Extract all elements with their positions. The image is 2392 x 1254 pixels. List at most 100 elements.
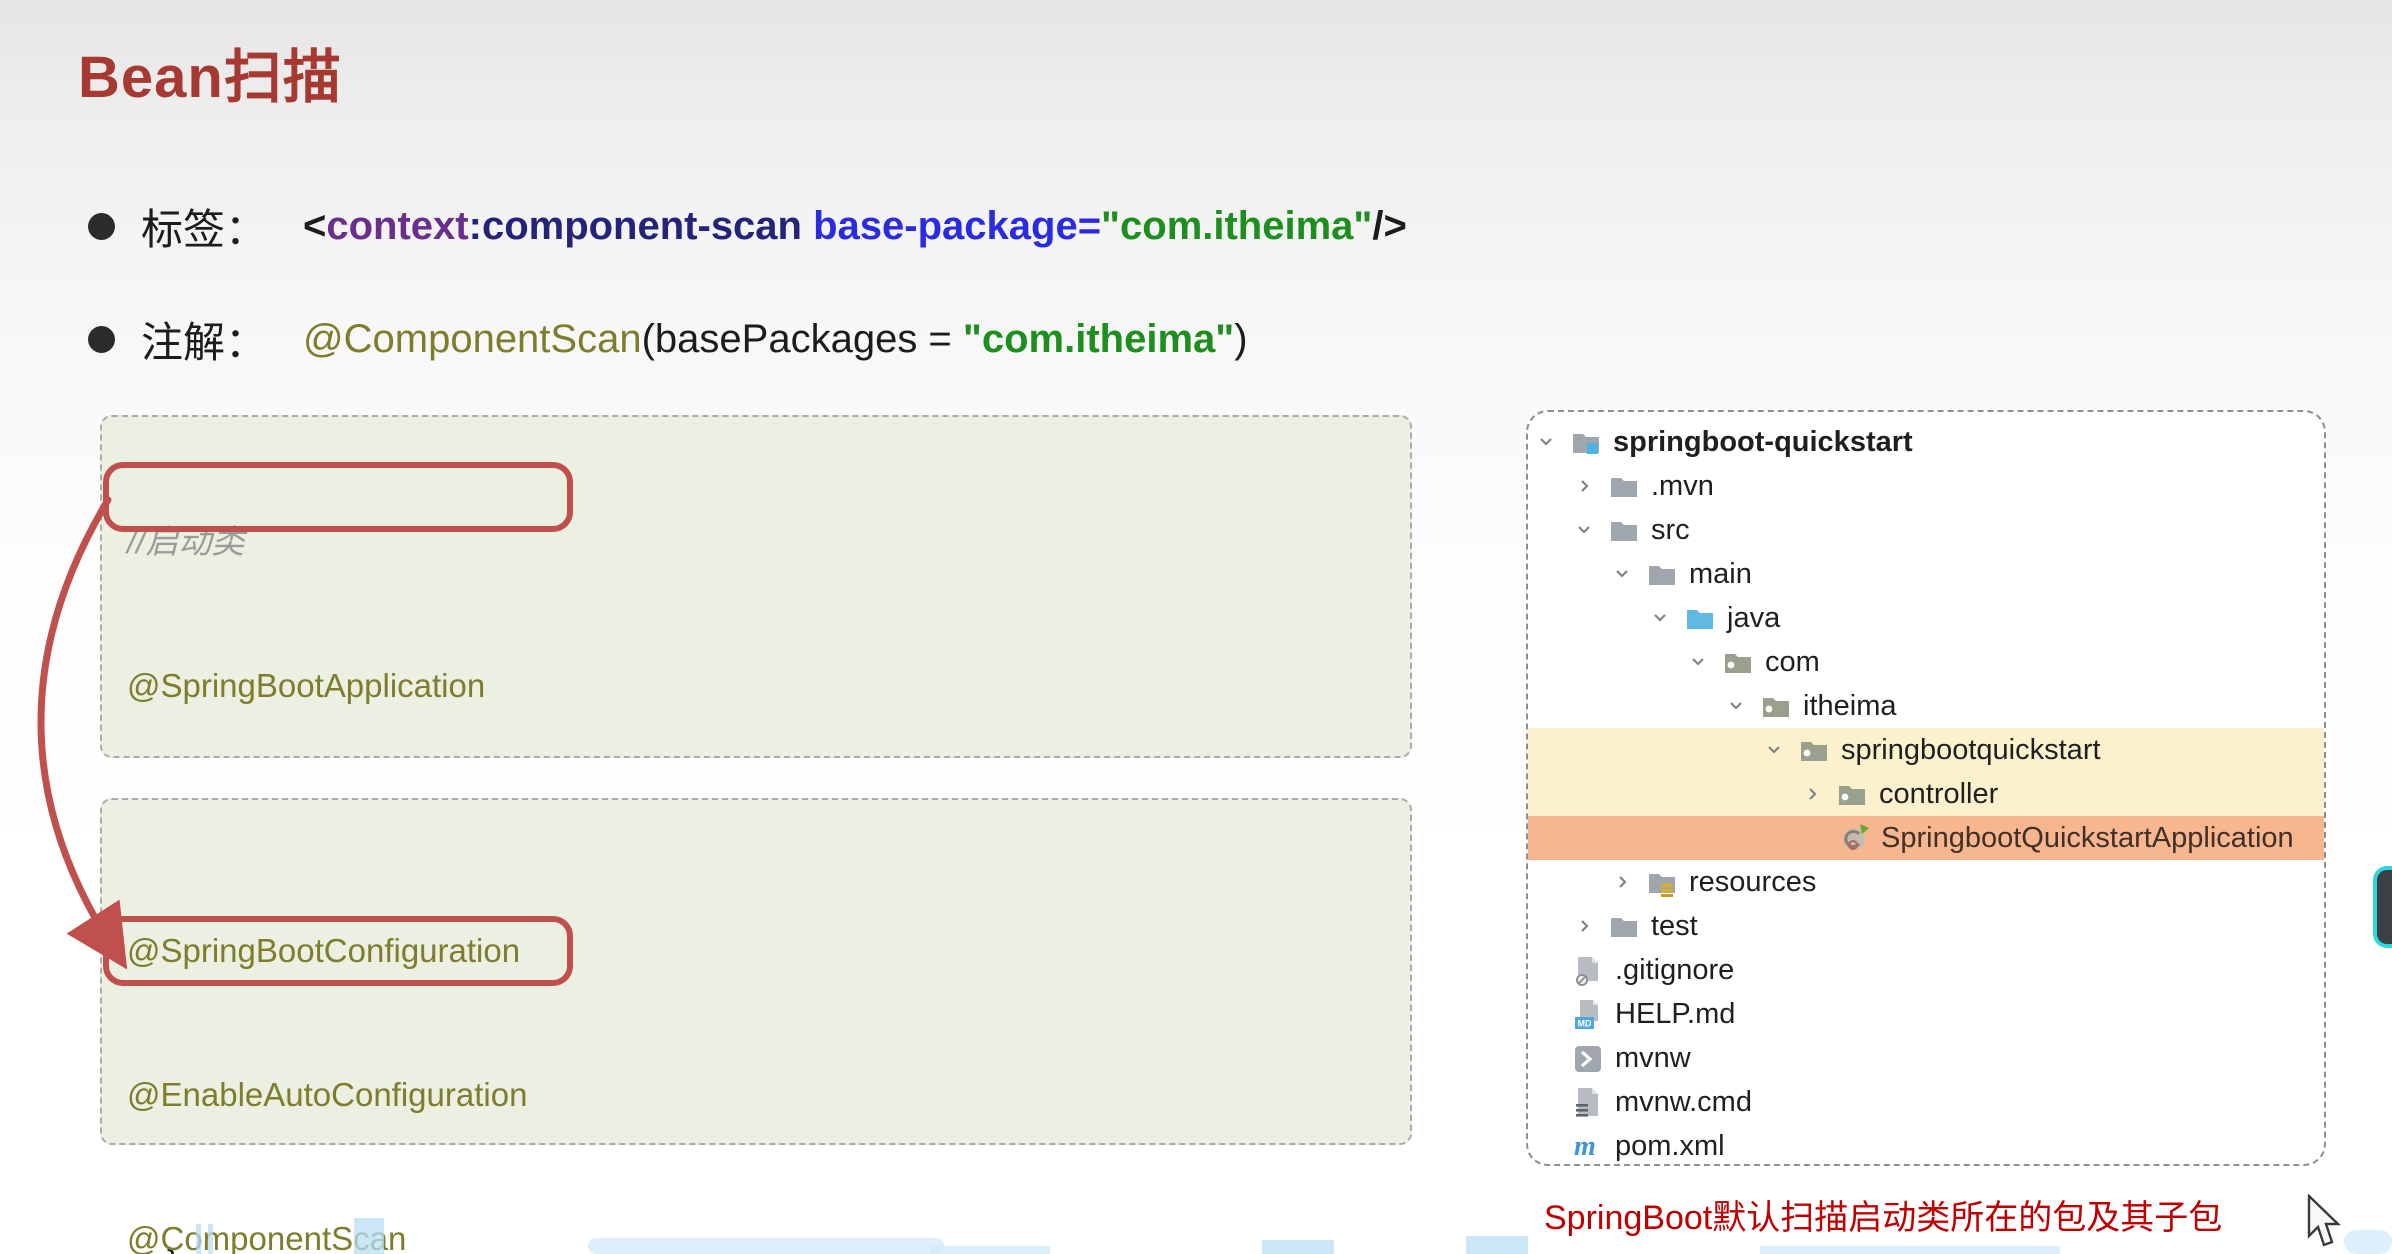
bullet-annotation-line: 注解： @ComponentScan(basePackages = "com.i… xyxy=(88,308,1248,370)
tree-row-src[interactable]: src xyxy=(1528,508,2324,552)
decorative-shape xyxy=(588,1238,944,1254)
chevron-down-icon[interactable] xyxy=(1724,692,1760,720)
xml-attribute: base-package= xyxy=(802,204,1101,248)
tree-row-application-class[interactable]: SpringbootQuickstartApplication xyxy=(1528,816,2324,860)
xml-namespace: context xyxy=(326,204,468,248)
mouse-cursor xyxy=(2306,1194,2348,1250)
decorative-shape xyxy=(196,1224,201,1254)
package-icon xyxy=(1798,735,1832,765)
package-icon xyxy=(1760,691,1794,721)
chevron-down-icon[interactable] xyxy=(1648,604,1684,632)
bullet-tag-line: 标签： <context:component-scan base-package… xyxy=(88,195,1407,257)
tree-row-test[interactable]: test xyxy=(1528,904,2324,948)
tree-row-help-md[interactable]: MD HELP.md xyxy=(1528,992,2324,1036)
xml-tag-code: <context:component-scan base-package="co… xyxy=(303,204,1407,249)
project-folder-icon xyxy=(1570,427,1604,457)
chevron-right-icon[interactable] xyxy=(1572,912,1608,940)
package-icon xyxy=(1722,647,1756,677)
folder-icon xyxy=(1608,471,1642,501)
folder-icon xyxy=(1608,515,1642,545)
svg-text:MD: MD xyxy=(1578,1019,1592,1029)
chevron-right-icon[interactable] xyxy=(1800,780,1836,808)
springbootapplication-annotation: @SpringBootApplication xyxy=(102,662,1410,710)
chevron-down-icon[interactable] xyxy=(1686,648,1722,676)
decorative-shape xyxy=(1760,1246,2060,1254)
componentscan-annotation: @ComponentScan xyxy=(303,317,642,361)
tree-row-label: com xyxy=(1765,646,1820,679)
tree-row-springboot-quickstart[interactable]: springboot-quickstart xyxy=(1528,420,2324,464)
bullet-tag-label: 标签： xyxy=(141,196,267,257)
xml-attribute-value: "com.itheima" xyxy=(1101,204,1372,248)
tree-row-label: HELP.md xyxy=(1615,998,1735,1031)
red-highlight-circle xyxy=(103,462,573,532)
chevron-right-icon[interactable] xyxy=(1572,472,1608,500)
text-file-icon xyxy=(1572,1087,1606,1117)
decorative-shape xyxy=(208,1224,213,1254)
red-highlight-circle xyxy=(103,916,573,986)
chevron-down-icon[interactable] xyxy=(1762,736,1798,764)
tree-row-mvn[interactable]: .mvn xyxy=(1528,464,2324,508)
tree-row-resources[interactable]: resources xyxy=(1528,860,2324,904)
tree-row-main[interactable]: main xyxy=(1528,552,2324,596)
annotation-args-open: (basePackages = xyxy=(642,317,963,361)
gitignore-file-icon xyxy=(1572,955,1606,985)
tree-row-label: itheima xyxy=(1803,690,1897,723)
annotation-code: @ComponentScan(basePackages = "com.ithei… xyxy=(303,317,1248,362)
tree-row-gitignore[interactable]: .gitignore xyxy=(1528,948,2324,992)
screen-tool-button[interactable] xyxy=(2373,866,2392,948)
tree-row-label: springbootquickstart xyxy=(1841,734,2101,767)
decorative-shape xyxy=(2344,1230,2392,1254)
annotation-args-close: ) xyxy=(1234,317,1247,361)
chevron-down-icon[interactable] xyxy=(1572,516,1608,544)
annotation-value: "com.itheima" xyxy=(963,317,1234,361)
decorative-shape xyxy=(354,1218,384,1254)
xml-close-bracket: /> xyxy=(1372,204,1406,248)
tree-row-label: springboot-quickstart xyxy=(1613,426,1913,459)
springboot-class-icon xyxy=(1838,823,1872,853)
chevron-down-icon[interactable] xyxy=(1534,428,1570,456)
slide: Bean扫描 标签： <context:component-scan base-… xyxy=(0,0,2392,1254)
tree-row-label: main xyxy=(1689,558,1752,591)
java-folder-icon xyxy=(1684,603,1718,633)
tree-row-itheima[interactable]: itheima xyxy=(1528,684,2324,728)
tree-row-label: pom.xml xyxy=(1615,1130,1725,1163)
tree-row-label: resources xyxy=(1689,866,1816,899)
chevron-down-icon[interactable] xyxy=(1610,560,1646,588)
tree-row-label: .gitignore xyxy=(1615,954,1734,987)
decorative-shape xyxy=(930,1246,1050,1254)
tree-row-java[interactable]: java xyxy=(1528,596,2324,640)
code-block-launcher-class: //启动类 @SpringBootApplication public clas… xyxy=(100,415,1412,758)
decorative-shape xyxy=(1262,1240,1334,1254)
xml-open-bracket: < xyxy=(303,204,326,248)
bullet-icon xyxy=(88,326,115,353)
tree-row-pom-xml[interactable]: m pom.xml xyxy=(1528,1124,2324,1166)
tree-row-label: .mvn xyxy=(1651,470,1714,503)
tree-row-label: test xyxy=(1651,910,1698,943)
code-block-annotation-definition: @SpringBootConfiguration @EnableAutoConf… xyxy=(100,798,1412,1145)
maven-file-icon: m xyxy=(1572,1131,1606,1161)
markdown-file-icon: MD xyxy=(1572,999,1606,1029)
project-tree-panel: springboot-quickstart .mvn src main java… xyxy=(1526,410,2326,1166)
bullet-icon xyxy=(88,213,115,240)
red-arrow xyxy=(26,470,146,980)
tree-row-label: SpringbootQuickstartApplication xyxy=(1881,822,2294,855)
tree-row-com[interactable]: com xyxy=(1528,640,2324,684)
tree-row-springbootquickstart[interactable]: springbootquickstart xyxy=(1528,728,2324,772)
chevron-right-icon[interactable] xyxy=(1610,868,1646,896)
tree-row-label: src xyxy=(1651,514,1690,547)
tree-row-label: mvnw xyxy=(1615,1042,1691,1075)
tree-row-controller[interactable]: controller xyxy=(1528,772,2324,816)
svg-text:m: m xyxy=(1574,1131,1596,1162)
scan-note-caption: SpringBoot默认扫描启动类所在的包及其子包 xyxy=(1544,1190,2222,1239)
enableautoconfiguration-annotation: @EnableAutoConfiguration xyxy=(102,1071,1410,1119)
tree-row-mvnw-cmd[interactable]: mvnw.cmd xyxy=(1528,1080,2324,1124)
xml-element-name: :component-scan xyxy=(469,204,802,248)
resources-folder-icon xyxy=(1646,867,1680,897)
tree-row-mvnw[interactable]: mvnw xyxy=(1528,1036,2324,1080)
folder-icon xyxy=(1608,911,1642,941)
bullet-annotation-label: 注解： xyxy=(141,309,267,370)
tree-row-label: java xyxy=(1727,602,1780,635)
package-icon xyxy=(1836,779,1870,809)
tree-row-label: controller xyxy=(1879,778,1998,811)
page-title: Bean扫描 xyxy=(78,30,342,114)
